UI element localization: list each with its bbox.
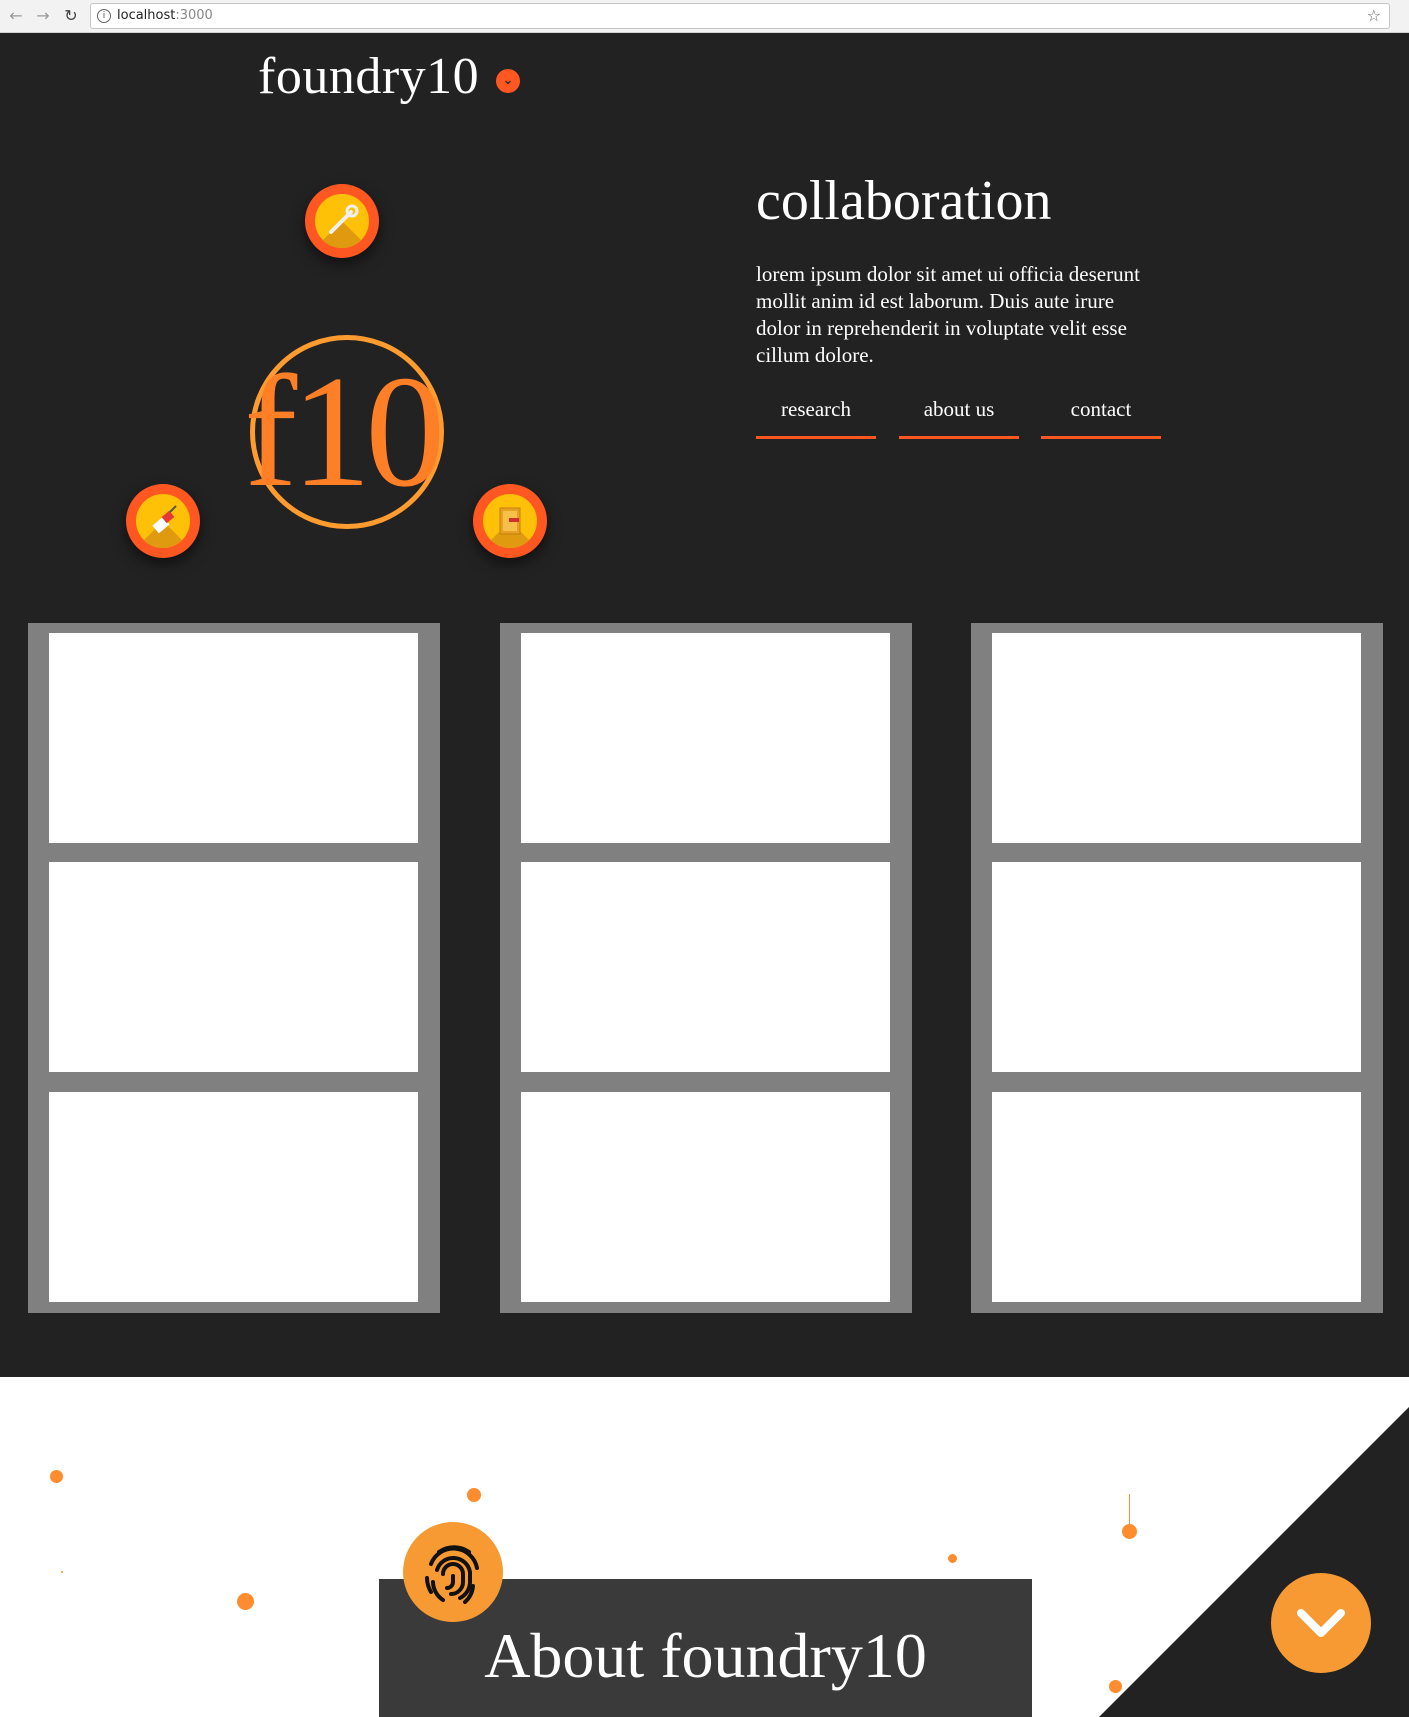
grid-tile[interactable] — [521, 862, 890, 1072]
bookmark-star-icon[interactable]: ☆ — [1367, 4, 1381, 28]
reload-icon[interactable]: ↻ — [60, 5, 82, 27]
info-icon[interactable]: i — [97, 9, 111, 23]
grid-column-3 — [971, 623, 1383, 1313]
url-port: :3000 — [175, 8, 213, 23]
book-icon — [483, 494, 537, 548]
particle-dot — [1109, 1680, 1122, 1693]
brand-logo[interactable]: foundry10 — [258, 47, 479, 106]
grid-column-1 — [28, 623, 440, 1313]
back-arrow-icon[interactable]: ← — [5, 5, 27, 27]
paint-brush-icon — [136, 494, 190, 548]
grid-tile[interactable] — [521, 1092, 890, 1302]
particle-dot — [467, 1488, 481, 1502]
grid-column-2 — [500, 623, 912, 1313]
particle-dot — [61, 1571, 63, 1573]
link-about-us[interactable]: about us — [899, 389, 1019, 439]
wrench-icon — [315, 194, 369, 248]
f10-logo-text: f10 — [244, 342, 445, 520]
particle-dot — [948, 1554, 957, 1563]
grid-tile[interactable] — [49, 862, 418, 1072]
chevron-down-icon[interactable]: ⌄ — [496, 69, 520, 93]
grid-tile[interactable] — [49, 633, 418, 843]
particle-dot — [237, 1593, 254, 1610]
forward-arrow-icon[interactable]: → — [32, 5, 54, 27]
about-title: About foundry10 — [484, 1620, 927, 1691]
book-badge — [473, 484, 547, 558]
paint-brush-badge — [126, 484, 200, 558]
wrench-badge — [305, 184, 379, 258]
hero-headline: collaboration — [756, 170, 1052, 232]
about-section: About foundry10 — [0, 1377, 1409, 1717]
url-host: localhost — [117, 8, 176, 23]
grid-tile[interactable] — [49, 1092, 418, 1302]
link-research[interactable]: research — [756, 389, 876, 439]
fingerprint-icon — [403, 1522, 503, 1622]
grid-tile[interactable] — [992, 1092, 1361, 1302]
grid-tile[interactable] — [521, 633, 890, 843]
address-bar[interactable]: i localhost:3000 ☆ — [90, 3, 1390, 29]
url-text: localhost:3000 — [117, 4, 213, 28]
particle-dot — [50, 1470, 63, 1483]
chevron-down-icon — [1297, 1609, 1345, 1637]
particle-trail — [1129, 1494, 1130, 1524]
particle-dot — [1122, 1524, 1137, 1539]
hero-blurb: lorem ipsum dolor sit amet ui officia de… — [756, 262, 1140, 367]
scroll-down-button[interactable] — [1271, 1573, 1371, 1673]
grid-tile[interactable] — [992, 633, 1361, 843]
browser-toolbar: ← → ↻ i localhost:3000 ☆ — [0, 0, 1409, 33]
grid-tile[interactable] — [992, 862, 1361, 1072]
link-contact[interactable]: contact — [1041, 389, 1161, 439]
hero-section: foundry10 ⌄ f10 collaboration lorem ipsu… — [0, 33, 1409, 1377]
